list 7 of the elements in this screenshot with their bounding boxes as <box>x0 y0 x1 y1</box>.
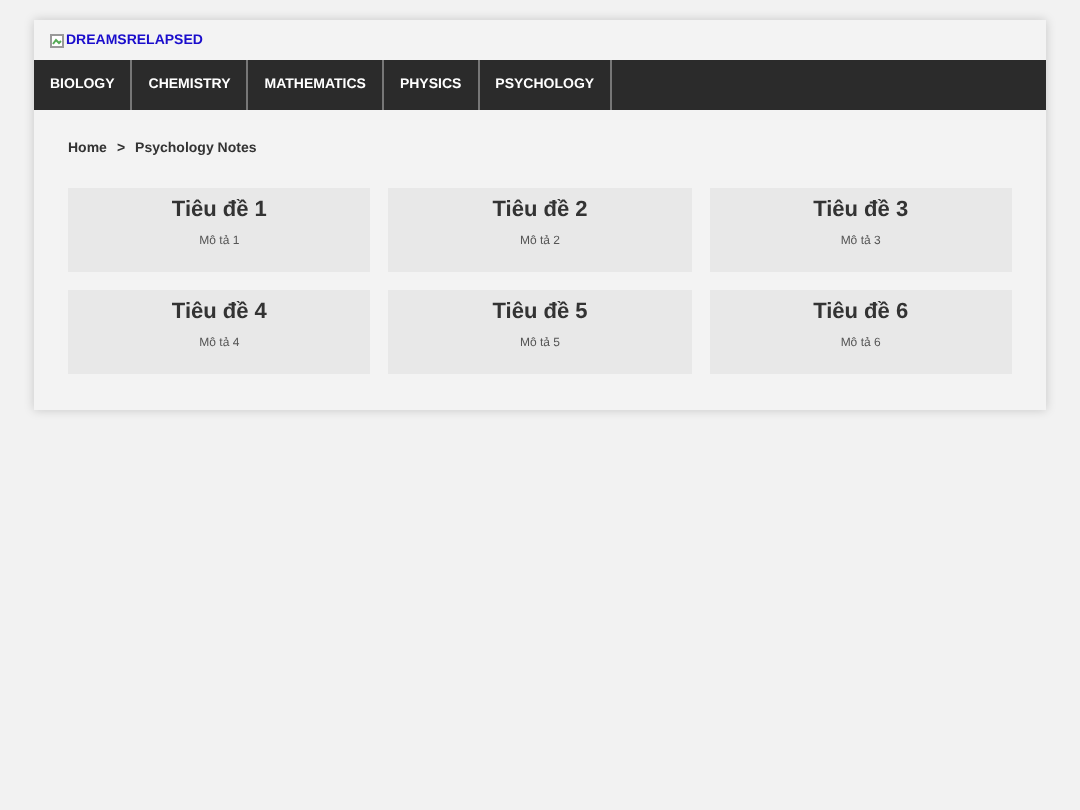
broken-image-icon <box>50 33 64 47</box>
card-title: Tiêu đề 1 <box>171 198 267 222</box>
card-title: Tiêu đề 5 <box>492 300 588 324</box>
card-title: Tiêu đề 4 <box>171 300 267 324</box>
card-title: Tiêu đề 2 <box>492 198 588 222</box>
card-title: Tiêu đề 3 <box>813 198 909 222</box>
card-title: Tiêu đề 6 <box>813 300 909 324</box>
